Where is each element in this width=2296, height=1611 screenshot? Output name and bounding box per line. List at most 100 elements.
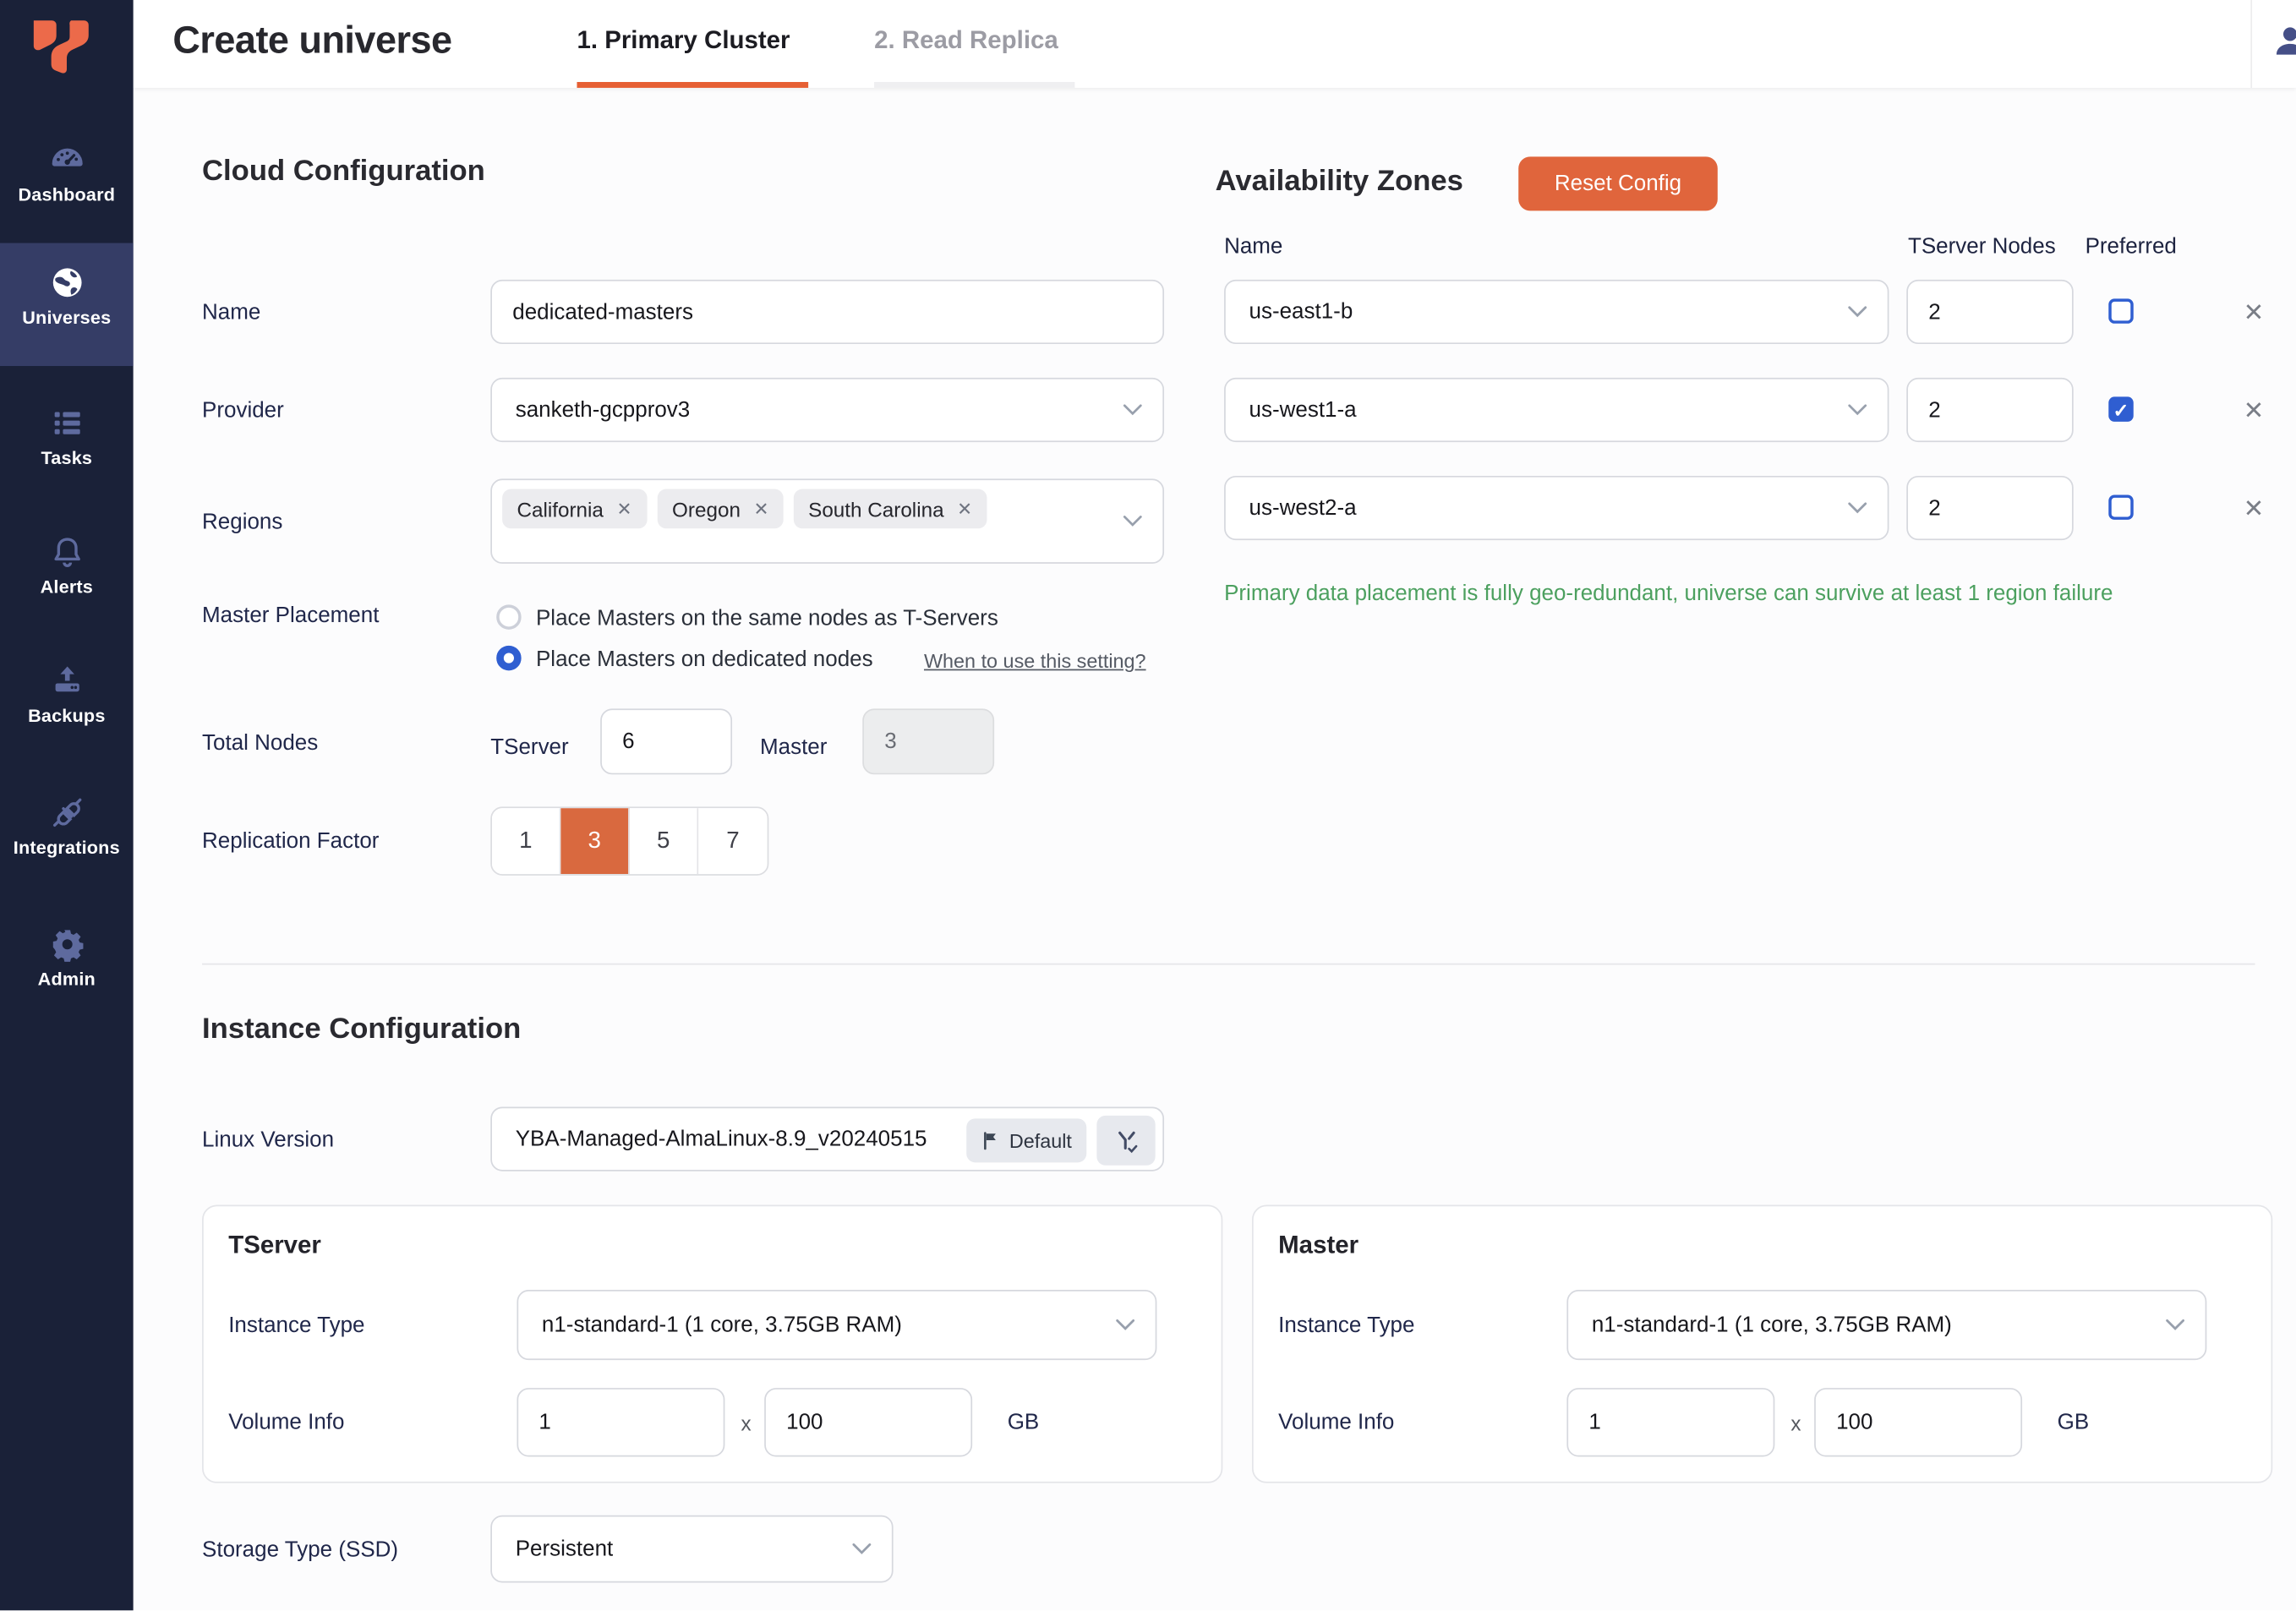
tab-read-replica[interactable]: 2. Read Replica <box>874 0 1074 88</box>
sidebar-item-label: Dashboard <box>0 184 134 205</box>
region-chip-label: South Carolina <box>808 497 943 521</box>
az-preferred-checkbox[interactable]: ✓ <box>2108 396 2133 421</box>
az-remove-icon[interactable]: ✕ <box>2244 300 2265 325</box>
storage-type-label: Storage Type (SSD) <box>202 1537 398 1562</box>
radio-same-nodes[interactable] <box>496 604 521 629</box>
replication-factor-label: Replication Factor <box>202 828 379 853</box>
tserver-nodes-input[interactable] <box>600 708 732 774</box>
dashboard-gauge-icon <box>47 140 85 178</box>
az-zone-select[interactable]: us-west1-a <box>1224 378 1889 442</box>
replication-factor-selector: 1 3 5 7 <box>490 806 768 875</box>
tserver-instance-type-label: Instance Type <box>228 1313 364 1338</box>
yugabyte-logo-icon[interactable] <box>26 14 96 81</box>
sidebar-item-integrations[interactable]: Integrations <box>0 773 134 896</box>
region-chip: California ✕ <box>502 489 647 529</box>
checkmark-icon: ✓ <box>2112 398 2131 423</box>
replication-option-5[interactable]: 5 <box>630 808 698 874</box>
tasks-list-icon <box>47 404 85 442</box>
default-badge: Default <box>967 1118 1087 1162</box>
region-chip-label: Oregon <box>672 497 741 521</box>
tserver-instance-type-select[interactable]: n1-standard-1 (1 core, 3.75GB RAM) <box>517 1290 1156 1360</box>
az-preferred-checkbox[interactable] <box>2108 494 2133 519</box>
flag-icon <box>981 1130 1001 1150</box>
universes-globe-icon <box>47 264 85 302</box>
sidebar-item-backups[interactable]: Backups <box>0 642 134 764</box>
storage-type-value: Persistent <box>516 1537 614 1561</box>
chevron-down-icon <box>1116 1319 1135 1331</box>
tserver-volume-size-input[interactable] <box>764 1388 972 1456</box>
chevron-down-icon <box>1848 404 1867 416</box>
sidebar-item-admin[interactable]: Admin <box>0 904 134 1027</box>
sidebar-item-label: Universes <box>0 308 134 328</box>
az-nodes-input[interactable] <box>1906 280 2073 344</box>
sidebar-item-label: Integrations <box>0 838 134 858</box>
master-panel-title: Master <box>1278 1231 1358 1261</box>
sidebar-item-dashboard[interactable]: Dashboard <box>0 120 134 243</box>
tserver-volume-count-input[interactable] <box>517 1388 724 1456</box>
master-count-label: Master <box>760 735 827 760</box>
chip-remove-icon[interactable]: ✕ <box>616 498 631 520</box>
az-preferred-checkbox[interactable] <box>2108 298 2133 323</box>
sidebar: Dashboard Universes Tasks <box>0 0 134 1610</box>
tab-label: 1. Primary Cluster <box>577 26 790 54</box>
tab-primary-cluster[interactable]: 1. Primary Cluster <box>577 0 808 88</box>
az-nodes-input[interactable] <box>1906 378 2073 442</box>
az-zone-value: us-west2-a <box>1249 495 1357 520</box>
linux-version-action-button[interactable] <box>1096 1116 1155 1166</box>
provider-select[interactable]: sanketh-gcpprov3 <box>490 378 1164 442</box>
chevron-down-icon <box>1848 502 1867 514</box>
master-volume-size-input[interactable] <box>1814 1388 2022 1456</box>
az-zone-select[interactable]: us-west2-a <box>1224 476 1889 540</box>
chevron-down-icon <box>1123 516 1143 527</box>
create-universe-form: Cloud Configuration Name Provider sanket… <box>0 0 2296 1610</box>
linux-version-select[interactable]: YBA-Managed-AlmaLinux-8.9_v20240515 Defa… <box>490 1106 1164 1171</box>
tab-inactive-underline <box>874 82 1074 88</box>
regions-multiselect[interactable]: California ✕ Oregon ✕ South Carolina ✕ <box>490 478 1164 563</box>
radio-same-nodes-label: Place Masters on the same nodes as T-Ser… <box>536 606 998 631</box>
sidebar-item-label: Admin <box>0 969 134 990</box>
tserver-panel-title: TServer <box>228 1231 321 1261</box>
master-nodes-input <box>862 708 994 774</box>
chevron-down-icon <box>852 1543 872 1555</box>
master-volume-count-input[interactable] <box>1566 1388 1774 1456</box>
linux-version-label: Linux Version <box>202 1128 334 1152</box>
alerts-bell-icon <box>47 532 85 571</box>
az-remove-icon[interactable]: ✕ <box>2244 398 2265 423</box>
universe-name-input[interactable] <box>490 280 1164 344</box>
tab-active-underline <box>577 82 808 88</box>
master-instance-type-label: Instance Type <box>1278 1313 1414 1338</box>
sidebar-item-alerts[interactable]: Alerts <box>0 512 134 635</box>
radio-dedicated-nodes[interactable] <box>496 646 521 670</box>
name-label: Name <box>202 300 260 325</box>
user-avatar-icon[interactable] <box>2270 20 2296 61</box>
sidebar-item-universes[interactable]: Universes <box>0 243 134 366</box>
az-zone-value: us-west1-a <box>1249 397 1357 422</box>
master-instance-type-select[interactable]: n1-standard-1 (1 core, 3.75GB RAM) <box>1566 1290 2206 1360</box>
provider-value: sanketh-gcpprov3 <box>516 397 691 422</box>
sidebar-item-label: Backups <box>0 706 134 726</box>
replication-option-3[interactable]: 3 <box>560 808 629 874</box>
header-divider <box>2250 0 2252 88</box>
instance-configuration-heading: Instance Configuration <box>202 1013 521 1047</box>
chip-remove-icon[interactable]: ✕ <box>957 498 972 520</box>
az-nodes-input[interactable] <box>1906 476 2073 540</box>
replication-option-1[interactable]: 1 <box>492 808 560 874</box>
az-zone-select[interactable]: us-east1-b <box>1224 280 1889 344</box>
reset-config-button[interactable]: Reset Config <box>1518 156 1718 210</box>
radio-dedicated-nodes-label: Place Masters on dedicated nodes <box>536 647 873 672</box>
az-column-preferred: Preferred <box>2086 234 2177 259</box>
storage-type-select[interactable]: Persistent <box>490 1515 893 1583</box>
az-column-tserver-nodes: TServer Nodes <box>1908 234 2056 259</box>
backups-upload-icon <box>47 662 85 700</box>
tab-label: 2. Read Replica <box>874 26 1058 54</box>
when-to-use-link[interactable]: When to use this setting? <box>924 650 1146 672</box>
replication-option-7[interactable]: 7 <box>698 808 767 874</box>
sidebar-item-tasks[interactable]: Tasks <box>0 384 134 506</box>
default-badge-label: Default <box>1009 1129 1072 1151</box>
chip-remove-icon[interactable]: ✕ <box>754 498 769 520</box>
master-volume-info-label: Volume Info <box>1278 1410 1394 1434</box>
regions-label: Regions <box>202 510 282 534</box>
chevron-down-icon <box>1848 306 1867 318</box>
volume-multiply-label: x <box>741 1412 751 1435</box>
az-remove-icon[interactable]: ✕ <box>2244 496 2265 521</box>
